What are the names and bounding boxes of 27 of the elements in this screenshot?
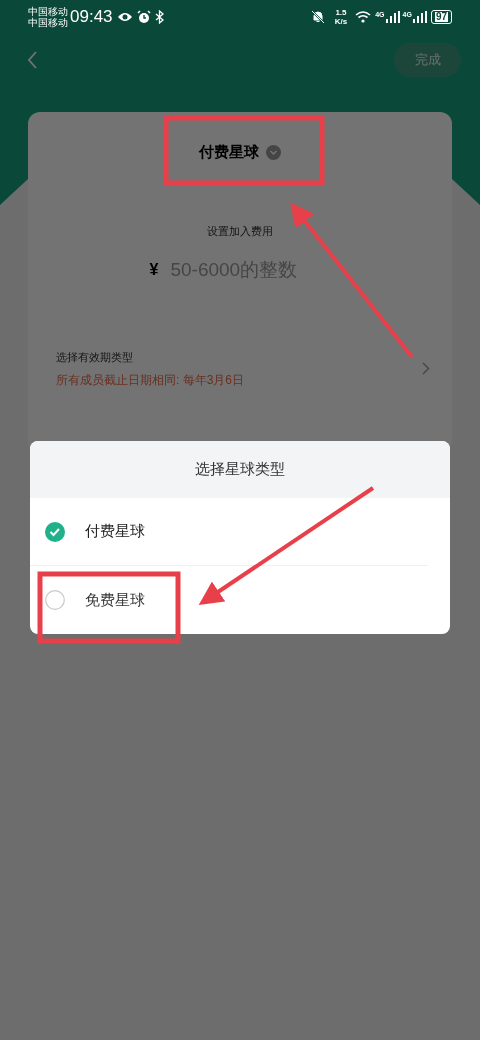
currency-symbol: ¥ xyxy=(149,260,159,281)
planet-type-option[interactable]: 免费星球 xyxy=(30,566,450,634)
eye-icon xyxy=(116,11,133,23)
carrier-label: 中国移动 xyxy=(28,17,68,28)
checked-radio-icon xyxy=(45,521,65,542)
validity-row[interactable]: 选择有效期类型 所有成员截止日期相同: 每年3月6日 xyxy=(28,348,452,389)
carrier-label: 中国移动 xyxy=(28,6,68,17)
clock-time: 09:43 xyxy=(70,6,113,29)
chevron-right-icon xyxy=(422,362,430,376)
unchecked-radio-icon xyxy=(45,590,65,610)
planet-type-title[interactable]: 付费星球 xyxy=(199,141,259,164)
speed-unit: K/s xyxy=(334,17,348,26)
signal-icon xyxy=(412,11,427,23)
planet-type-option[interactable]: 付费星球 xyxy=(30,498,428,566)
bluetooth-icon xyxy=(154,10,164,24)
dropdown-icon[interactable] xyxy=(266,144,281,160)
speed-value: 1.5 xyxy=(335,8,347,17)
dialog-title: 选择星球类型 xyxy=(195,459,285,480)
back-icon[interactable] xyxy=(26,50,38,70)
muted-bell-icon xyxy=(310,10,325,24)
wifi-icon xyxy=(355,11,372,23)
battery-indicator: 97 xyxy=(430,10,452,24)
signal-icon xyxy=(385,11,400,23)
fee-label: 设置加入费用 xyxy=(206,223,274,239)
validity-value: 所有成员截止日期相同: 每年3月6日 xyxy=(56,372,245,389)
alarm-icon xyxy=(136,10,151,24)
validity-label: 选择有效期类型 xyxy=(56,349,134,365)
